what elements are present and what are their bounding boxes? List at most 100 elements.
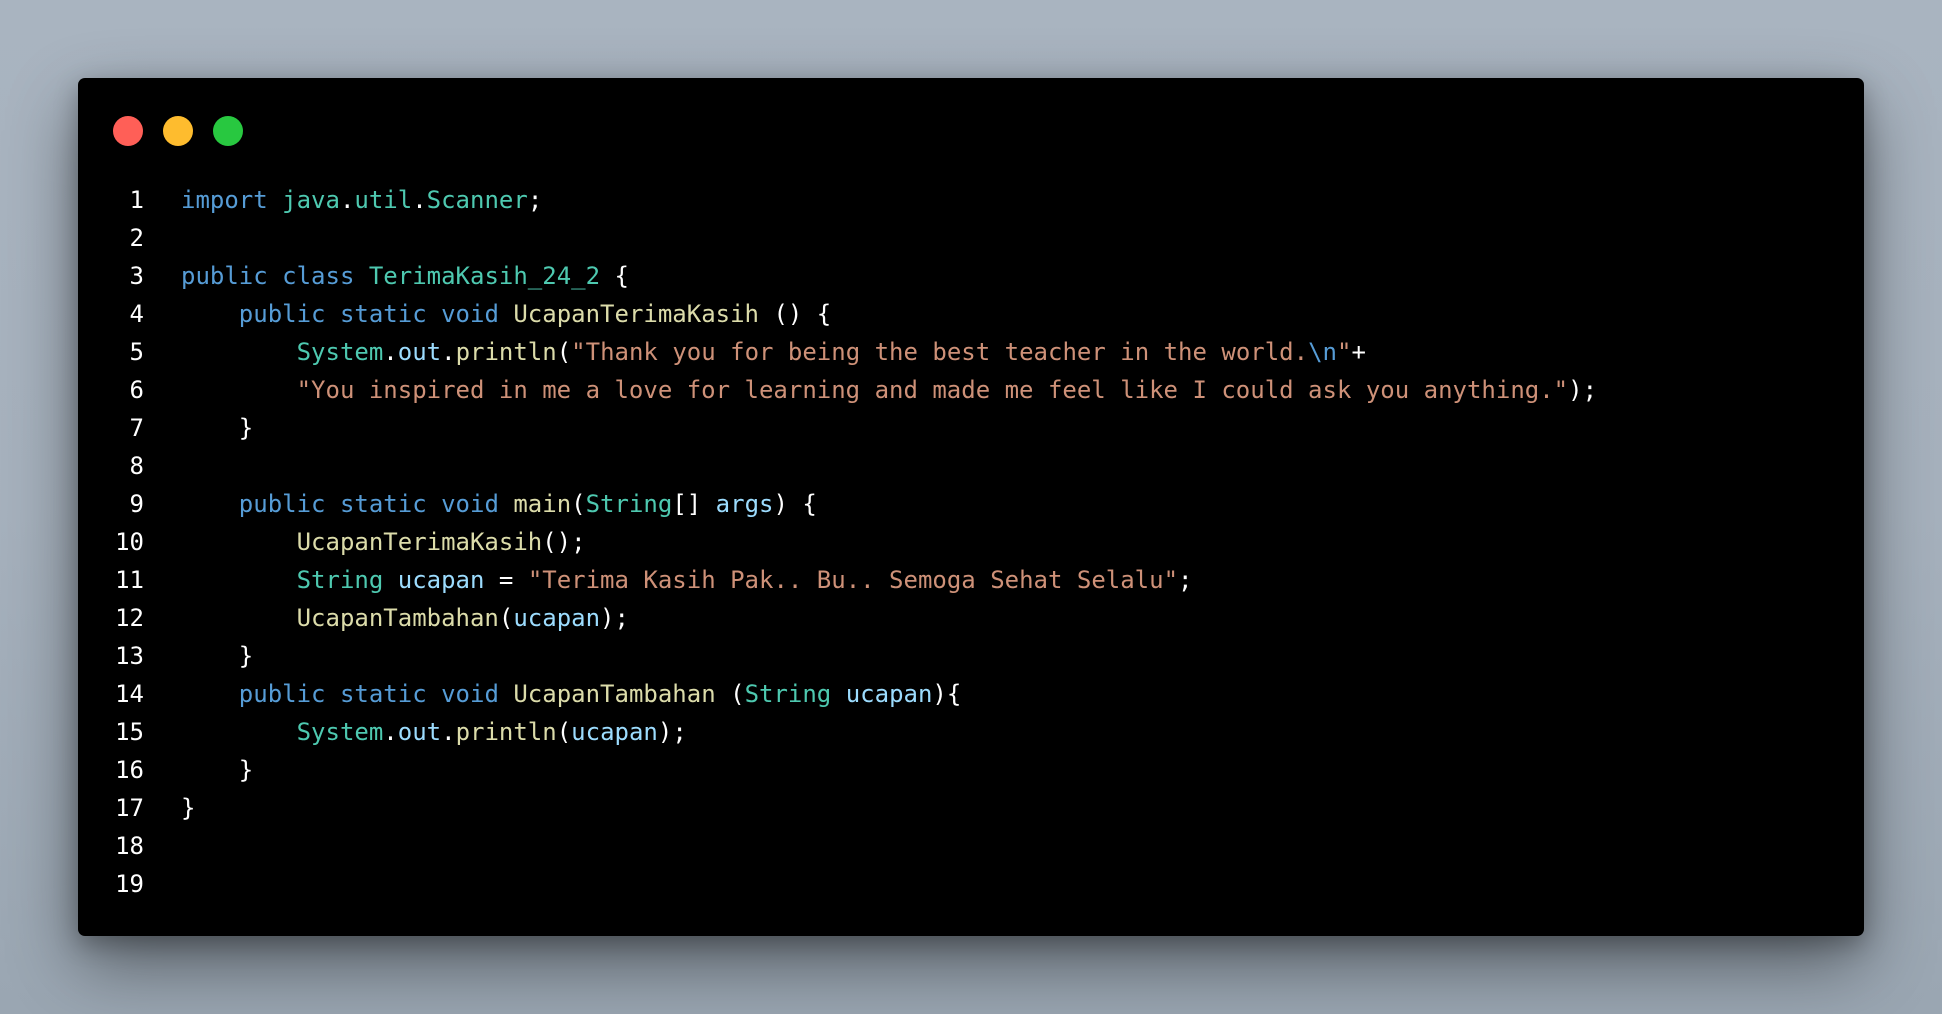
line-source: import java.util.Scanner; xyxy=(144,181,542,219)
line-number: 8 xyxy=(129,452,144,480)
code-token: main xyxy=(513,490,572,518)
close-dot-icon[interactable] xyxy=(113,116,143,146)
code-token: System xyxy=(296,718,384,746)
line-source: } xyxy=(144,789,195,827)
code-token: ) { xyxy=(773,490,817,518)
code-token: UcapanTambahan xyxy=(513,680,716,708)
code-token: System xyxy=(296,338,384,366)
code-token: ); xyxy=(600,604,629,632)
code-line: 5 System.out.println("Thank you for bein… xyxy=(78,333,1864,371)
line-number: 4 xyxy=(129,300,144,328)
code-token: args xyxy=(715,490,774,518)
code-line: 7 } xyxy=(78,409,1864,447)
line-number: 5 xyxy=(129,338,144,366)
code-line: 11 String ucapan = "Terima Kasih Pak.. B… xyxy=(78,561,1864,599)
code-line: 3 public class TerimaKasih_24_2 { xyxy=(78,257,1864,295)
code-token: import xyxy=(181,186,268,214)
code-token: String xyxy=(585,490,673,518)
line-number: 3 xyxy=(129,262,144,290)
line-source: public class TerimaKasih_24_2 { xyxy=(144,257,629,295)
code-token: TerimaKasih_24_2 xyxy=(368,262,601,290)
line-source: System.out.println("Thank you for being … xyxy=(144,333,1366,371)
code-token: () { xyxy=(759,300,832,328)
line-source xyxy=(144,865,181,903)
code-token: static xyxy=(339,680,427,708)
code-token: String xyxy=(744,680,832,708)
code-token: ( xyxy=(571,490,586,518)
window-controls xyxy=(113,116,243,146)
line-source: System.out.println(ucapan); xyxy=(144,713,687,751)
code-token: void xyxy=(441,490,499,518)
code-token: \n xyxy=(1308,338,1337,366)
code-token: . xyxy=(441,718,456,746)
code-token: "Terima Kasih Pak.. Bu.. Semoga Sehat Se… xyxy=(527,566,1179,594)
code-token: } xyxy=(181,642,254,670)
code-token: " xyxy=(1337,338,1352,366)
line-number: 17 xyxy=(115,794,144,822)
line-source xyxy=(144,827,181,865)
code-token: ; xyxy=(1178,566,1193,594)
code-token: UcapanTerimaKasih xyxy=(296,528,543,556)
code-token: String xyxy=(296,566,384,594)
code-token: void xyxy=(441,300,499,328)
line-number: 16 xyxy=(115,756,144,784)
code-block: 1 import java.util.Scanner; 2 3 public class… xyxy=(78,181,1864,903)
code-token: java xyxy=(282,186,340,214)
line-number: 18 xyxy=(115,832,144,860)
code-line: 1 import java.util.Scanner; xyxy=(78,181,1864,219)
code-token: Scanner xyxy=(426,186,528,214)
code-line: 16 } xyxy=(78,751,1864,789)
code-token: util xyxy=(354,186,413,214)
code-token: static xyxy=(339,300,427,328)
code-token: ( xyxy=(498,604,514,632)
code-line: 12 UcapanTambahan(ucapan); xyxy=(78,599,1864,637)
code-token: } xyxy=(181,756,254,784)
code-token: + xyxy=(1351,338,1366,366)
line-source: } xyxy=(144,637,253,675)
line-number: 12 xyxy=(115,604,144,632)
code-token: void xyxy=(441,680,499,708)
line-number: 13 xyxy=(115,642,144,670)
line-source: public static void main(String[] args) { xyxy=(144,485,817,523)
code-line: 10 UcapanTerimaKasih(); xyxy=(78,523,1864,561)
line-number: 9 xyxy=(129,490,144,518)
code-token: = xyxy=(484,566,528,594)
line-number: 15 xyxy=(115,718,144,746)
code-token: ( xyxy=(556,718,572,746)
code-token: ; xyxy=(527,186,543,214)
code-token: (); xyxy=(542,528,586,556)
minimize-dot-icon[interactable] xyxy=(163,116,193,146)
code-token: public xyxy=(181,262,268,290)
code-line: 4 public static void UcapanTerimaKasih (… xyxy=(78,295,1864,333)
code-line: 18 xyxy=(78,827,1864,865)
code-token: ); xyxy=(657,718,687,746)
code-token: ){ xyxy=(932,680,962,708)
code-token: public xyxy=(238,300,326,328)
maximize-dot-icon[interactable] xyxy=(213,116,243,146)
code-window: 1 import java.util.Scanner; 2 3 public class… xyxy=(78,78,1864,936)
code-token: public xyxy=(238,680,326,708)
code-token: ucapan xyxy=(845,680,933,708)
line-source: public static void UcapanTerimaKasih () … xyxy=(144,295,831,333)
code-line: 14 public static void UcapanTambahan (St… xyxy=(78,675,1864,713)
code-token: { xyxy=(600,262,629,290)
line-source: String ucapan = "Terima Kasih Pak.. Bu..… xyxy=(144,561,1193,599)
code-token: out xyxy=(397,718,442,746)
code-token: UcapanTerimaKasih xyxy=(513,300,759,328)
code-line: 8 xyxy=(78,447,1864,485)
line-number: 1 xyxy=(129,186,144,214)
code-token: println xyxy=(455,718,557,746)
line-source: UcapanTerimaKasih(); xyxy=(144,523,586,561)
